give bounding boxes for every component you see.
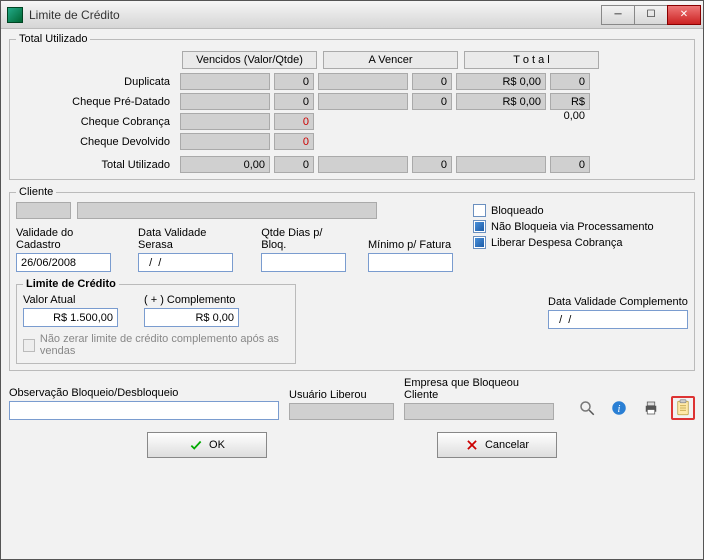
cell-venc-val [180, 133, 270, 150]
label-minimo-fatura: Mínimo p/ Fatura [368, 239, 453, 251]
svg-text:i: i [618, 404, 621, 415]
print-button[interactable] [639, 396, 663, 420]
cell-tot-qtd: R$ 0,00 [550, 93, 590, 110]
cell-venc-qtd: 0 [274, 73, 314, 90]
input-validade-complemento[interactable] [548, 310, 688, 329]
groupbox-total-utilizado: Total Utilizado Vencidos (Valor/Qtde) A … [9, 33, 695, 180]
header-vencidos: Vencidos (Valor/Qtde) [182, 51, 317, 69]
clipboard-button[interactable] [671, 396, 695, 420]
print-icon [642, 399, 660, 417]
cell-av-qtd: 0 [412, 93, 452, 110]
cell-tot-val: R$ 0,00 [456, 93, 546, 110]
close-button[interactable]: ✕ [667, 5, 701, 25]
row-label: Cheque Pré-Datado [16, 96, 176, 108]
window-title: Limite de Crédito [29, 8, 602, 22]
label-complemento: ( + ) Complemento [144, 294, 239, 306]
maximize-button[interactable]: ☐ [634, 5, 668, 25]
label-liberar-despesa: Liberar Despesa Cobrança [491, 237, 622, 249]
label-validade-cadastro: Validade do Cadastro [16, 227, 118, 251]
label-bloqueado: Bloqueado [491, 205, 544, 217]
row-label: Cheque Cobrança [16, 116, 176, 128]
search-icon [578, 399, 596, 417]
input-qtde-dias-bloq[interactable] [261, 253, 346, 272]
checkbox-liberar-despesa[interactable] [473, 236, 486, 249]
cell-venc-qtd: 0 [274, 113, 314, 130]
row-label-total: Total Utilizado [16, 159, 176, 171]
cell-venc-qtd: 0 [274, 133, 314, 150]
checkbox-nao-zerar[interactable] [23, 339, 35, 352]
header-total: T o t a l [464, 51, 599, 69]
input-validade-serasa[interactable] [138, 253, 233, 272]
cell-tot-qtd: 0 [550, 73, 590, 90]
clipboard-icon [674, 399, 692, 417]
client-area: Total Utilizado Vencidos (Valor/Qtde) A … [1, 29, 703, 559]
checkbox-nao-bloqueia[interactable] [473, 220, 486, 233]
legend-limite-credito: Limite de Crédito [23, 278, 119, 290]
header-avencer: A Vencer [323, 51, 458, 69]
cancel-button[interactable]: Cancelar [437, 432, 557, 458]
label-usuario-liberou: Usuário Liberou [289, 389, 394, 401]
titlebar: Limite de Crédito ─ ☐ ✕ [1, 1, 703, 29]
label-validade-complemento: Data Validade Complemento [548, 296, 688, 308]
cell-venc-val [180, 93, 270, 110]
app-icon [7, 7, 23, 23]
cell-av-val [318, 73, 408, 90]
legend-total-utilizado: Total Utilizado [16, 33, 90, 45]
table-row: Cheque Cobrança 0 [16, 113, 688, 130]
cell-tot-val: R$ 0,00 [456, 73, 546, 90]
input-valor-atual[interactable] [23, 308, 118, 327]
info-icon: i [610, 399, 628, 417]
total-utilizado-row: Total Utilizado 0,00 0 0 0 [16, 156, 688, 173]
label-nao-bloqueia: Não Bloqueia via Processamento [491, 221, 654, 233]
input-validade-cadastro[interactable] [16, 253, 111, 272]
cell-venc-val [180, 73, 270, 90]
empresa-bloqueou-readonly [404, 403, 554, 420]
total-c6: 0 [550, 156, 590, 173]
minimize-button[interactable]: ─ [601, 5, 635, 25]
table-row: Duplicata 0 0 R$ 0,00 0 [16, 73, 688, 90]
total-c1: 0,00 [180, 156, 270, 173]
x-icon [465, 438, 479, 452]
groupbox-cliente: Cliente Validade do Cadastro Data Valida… [9, 186, 695, 371]
usuario-liberou-readonly [289, 403, 394, 420]
label-valor-atual: Valor Atual [23, 294, 118, 306]
total-c3 [318, 156, 408, 173]
table-row: Cheque Devolvido 0 [16, 133, 688, 150]
legend-cliente: Cliente [16, 186, 56, 198]
cell-av-qtd: 0 [412, 73, 452, 90]
ok-button[interactable]: OK [147, 432, 267, 458]
input-minimo-fatura[interactable] [368, 253, 453, 272]
label-empresa-bloqueou: Empresa que Bloqueou Cliente [404, 377, 554, 401]
total-c2: 0 [274, 156, 314, 173]
cell-venc-qtd: 0 [274, 93, 314, 110]
cell-av-val [318, 93, 408, 110]
label-observacao: Observação Bloqueio/Desbloqueio [9, 387, 279, 399]
total-c4: 0 [412, 156, 452, 173]
cliente-code-readonly [16, 202, 71, 219]
search-button[interactable] [575, 396, 599, 420]
window: Limite de Crédito ─ ☐ ✕ Total Utilizado … [0, 0, 704, 560]
check-icon [189, 438, 203, 452]
cell-venc-val [180, 113, 270, 130]
total-c5 [456, 156, 546, 173]
cliente-name-readonly [77, 202, 377, 219]
info-button[interactable]: i [607, 396, 631, 420]
row-label: Cheque Devolvido [16, 136, 176, 148]
table-row: Cheque Pré-Datado 0 0 R$ 0,00 R$ 0,00 [16, 93, 688, 110]
label-nao-zerar: Não zerar limite de crédito complemento … [40, 333, 289, 357]
groupbox-limite-credito: Limite de Crédito Valor Atual ( + ) Comp… [16, 278, 296, 364]
label-validade-serasa: Data Validade Serasa [138, 227, 241, 251]
label-qtde-dias-bloq: Qtde Dias p/ Bloq. [261, 227, 348, 251]
input-complemento[interactable] [144, 308, 239, 327]
row-label: Duplicata [16, 76, 176, 88]
checkbox-bloqueado[interactable] [473, 204, 486, 217]
input-observacao[interactable] [9, 401, 279, 420]
